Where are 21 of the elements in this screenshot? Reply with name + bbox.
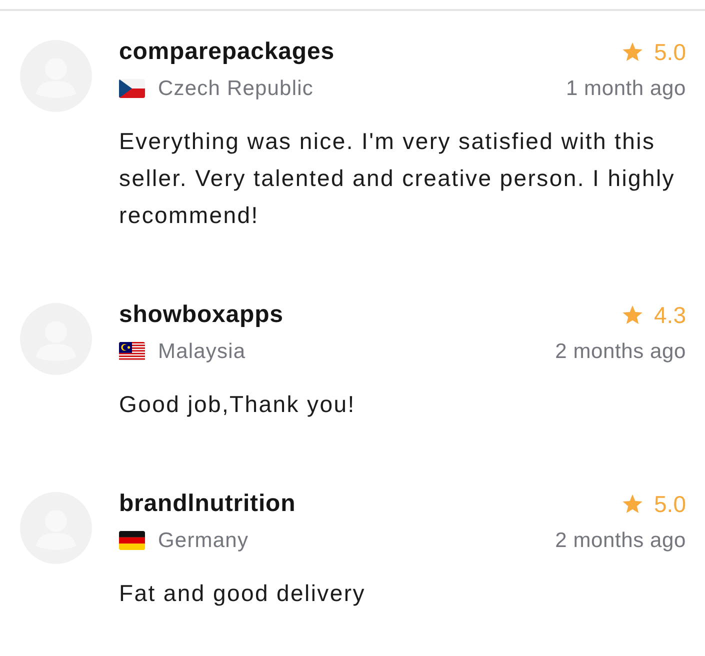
rating-score: 4.3 <box>654 301 686 330</box>
review-text: Everything was nice. I'm very satisfied with this seller. Very talented and creative person. I highly recommend! <box>119 127 676 230</box>
rating-score: 5.0 <box>654 490 686 519</box>
star-icon <box>622 42 644 62</box>
rating-score: 5.0 <box>654 38 686 67</box>
review-time: 1 month ago <box>566 76 686 102</box>
german-flag-icon <box>119 531 145 550</box>
review-text: Fat and good delivery <box>119 579 366 608</box>
country-name: Malaysia <box>158 339 246 365</box>
username: brandlnutrition <box>119 489 296 519</box>
star-icon <box>622 305 644 325</box>
country-name: Czech Republic <box>158 76 314 102</box>
malaysian-flag-icon <box>119 342 145 361</box>
country-name: Germany <box>158 528 249 554</box>
czech-flag-icon <box>119 79 145 98</box>
review-text: Good job,Thank you! <box>119 390 356 419</box>
username: showboxapps <box>119 300 284 330</box>
username: comparepackages <box>119 37 334 67</box>
star-icon <box>622 494 644 514</box>
review-time: 2 months ago <box>555 528 686 554</box>
review-time: 2 months ago <box>555 339 686 365</box>
